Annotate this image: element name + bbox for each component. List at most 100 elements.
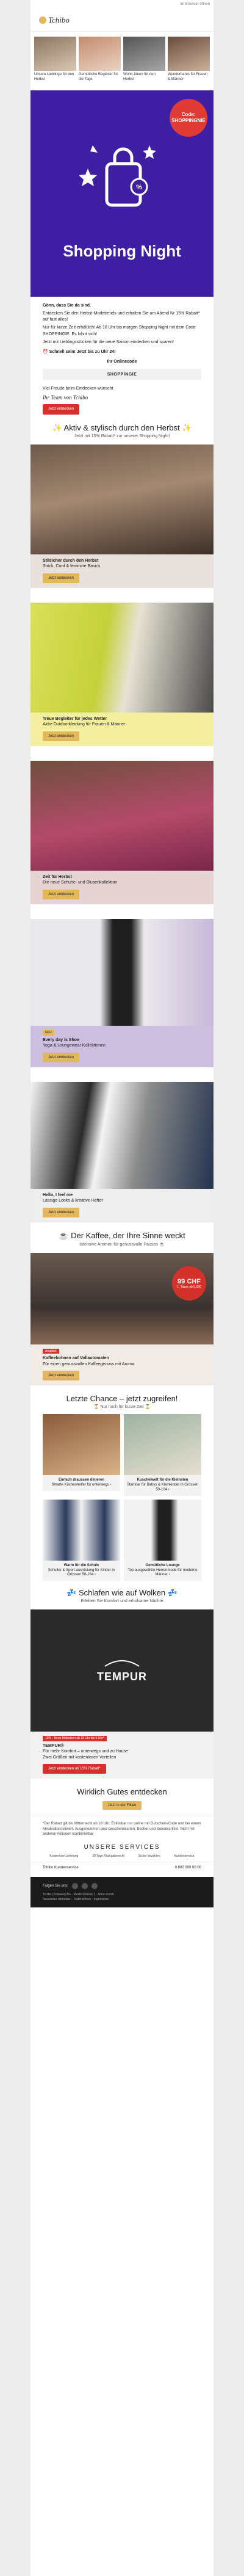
signoff: Viel Freude beim Entdecken wünscht Ihr T… (30, 380, 214, 415)
grid-subtitle: Top ausgewählte Herrenmode für moderne M… (127, 1568, 198, 1577)
intro-paragraph: Entdecken Sie den Herbst-Modetrends und … (43, 311, 200, 322)
card-cta-button[interactable]: Jetzt entdecken (43, 1207, 80, 1217)
grid-subtitle: Schulter & Sport-ausrüstung für Kinder i… (48, 1568, 115, 1577)
grid-item[interactable]: Kuschelwelt für die Kleinsten Startklar … (124, 1414, 201, 1496)
intro-cta-button[interactable]: Jetzt entdecken (43, 404, 80, 415)
coffee-card[interactable]: 99 CHF 1. Tasse ab 0,39€ Angebot Kaffeeb… (30, 1252, 214, 1386)
service-item[interactable]: Sicher bezahlen (138, 1854, 160, 1858)
intro-paragraph: Nur für kurze Zeit erhältlich! Ab 18 Uhr… (43, 325, 196, 336)
card-text: Stilsicher durch den Herbst Strick, Cord… (30, 554, 214, 588)
card-subtitle: Lässige Looks & kreative Hefter (43, 1199, 103, 1203)
hero-title: Shopping Night (63, 242, 181, 260)
price-badge-value: 99 CHF (178, 1277, 201, 1285)
card-image (30, 444, 214, 554)
svg-text:%: % (136, 184, 142, 191)
price-badge: 99 CHF 1. Tasse ab 0,39€ (172, 1266, 206, 1301)
social-row: Folgen Sie uns: (43, 1883, 201, 1890)
tempur-brand: TEMPUR (97, 1671, 147, 1683)
category-nav: Unsere Lieblinge für den Herbst Gemütlic… (30, 32, 214, 85)
card-text: Angebot Kaffeebohnen auf Vollautomaten F… (30, 1344, 214, 1386)
card-subtitle: Die neue Schuhe- und Blusenkollektion (43, 880, 118, 885)
badge-line1: Code: (181, 112, 196, 118)
card-image (30, 760, 214, 871)
contact-label: Tchibo Kundenservice (43, 1866, 79, 1870)
section-title: Letzte Chance – jetzt zugreifen! (66, 1394, 178, 1404)
card-title: Hello, I feel me (43, 1192, 73, 1197)
discover-cta-button[interactable]: Jetzt in der Filiale (102, 1801, 142, 1810)
card-title: Stilsicher durch den Herbst (43, 559, 99, 563)
contact-phone[interactable]: 0 800 000 00 00 (175, 1866, 201, 1870)
card-text: Treue Begleiter für jedes Wetter Aktiv-O… (30, 712, 214, 746)
browser-link[interactable]: Im Browser öffnen (180, 2, 210, 6)
card-subtitle: Für einen genussvollen Kaffeegenuss mit … (43, 1362, 135, 1366)
grid-item[interactable]: Gemütliche Lounge Top ausgewählte Herren… (124, 1499, 201, 1581)
card-text: 15% - Neue Matratzen ab 18 Uhr bis 6 Uhr… (30, 1732, 214, 1779)
facebook-icon[interactable] (71, 1883, 78, 1890)
grid-image (43, 1414, 120, 1476)
section-subtitle: Erleben Sie Komfort und erholsame Nächte (81, 1599, 163, 1604)
disclaimer-text: *Der Rabatt gilt bis Mitternacht ab 18 U… (43, 1822, 201, 1837)
card-cta-button[interactable]: Jetzt entdecken (43, 889, 80, 899)
last-chance-grid: Einfach draussen dinieren Smarte Küchenh… (30, 1414, 214, 1496)
grid-subtitle: Startklar für Babys & Kleinkinder in Grö… (126, 1483, 199, 1492)
grid-text: Warm für die Schule Schulter & Sport-aus… (43, 1560, 120, 1581)
grid-text: Kuschelwelt für die Kleinsten Startklar … (124, 1475, 201, 1496)
grid-title: Kuschelwelt für die Kleinsten (137, 1478, 188, 1482)
card-cta-button[interactable]: Jetzt entdecken (43, 731, 80, 741)
logo[interactable]: Tchibo (39, 15, 70, 25)
code-label: Ihr Onlinecode (107, 359, 137, 364)
product-card[interactable]: Hello, I feel me Lässige Looks & kreativ… (30, 1081, 214, 1222)
header: Tchibo (30, 9, 214, 32)
service-item[interactable]: Kundenservice (174, 1854, 194, 1858)
tempur-logo: TEMPUR (97, 1658, 147, 1683)
shopping-bag-icon: % (79, 145, 156, 207)
category-item[interactable]: Unsere Lieblinge für den Herbst (34, 37, 76, 82)
product-card[interactable]: NEU Every day is Shoe Yoga & Loungewear … (30, 918, 214, 1067)
grid-image (43, 1499, 120, 1561)
card-image (30, 602, 214, 713)
tempur-arc-icon (104, 1660, 140, 1667)
grid-item[interactable]: Warm für die Schule Schulter & Sport-aus… (43, 1499, 120, 1581)
clock-icon: ⏰ (43, 349, 49, 354)
pinterest-icon[interactable] (91, 1883, 98, 1890)
email-body: Im Browser öffnen Tchibo Unsere Liebling… (30, 0, 214, 2576)
grid-title: Gemütliche Lounge (145, 1563, 180, 1567)
services-title: UNSERE SERVICES (84, 1844, 160, 1851)
grid-title: Einfach draussen dinieren (58, 1478, 105, 1482)
instagram-icon[interactable] (81, 1883, 88, 1890)
card-title: TEMPUR® (43, 1743, 64, 1748)
grid-text: Gemütliche Lounge Top ausgewählte Herren… (124, 1560, 201, 1581)
intro-notice: ⏰ Schnell sein! Jetzt bis zu Uhr 24! (43, 349, 201, 355)
logo-mark-icon (39, 16, 46, 24)
new-badge: NEU (43, 1029, 54, 1036)
card-cta-button[interactable]: Jetzt entdecken (43, 573, 80, 583)
card-cta-button[interactable]: Jetzt entdecken (43, 1052, 80, 1062)
hero-code-badge: Code: SHOPPINGNIE (170, 99, 207, 137)
service-item[interactable]: 30 Tage Rückgaberecht (92, 1854, 124, 1858)
offer-tag: Angebot (43, 1348, 59, 1354)
category-image (168, 37, 210, 71)
card-image: TEMPUR (30, 1609, 214, 1732)
category-item[interactable]: Wohn-Ideen für den Herbst (123, 37, 165, 82)
product-card[interactable]: Treue Begleiter für jedes Wetter Aktiv-O… (30, 602, 214, 746)
service-item[interactable]: Kostenlose Lieferung (49, 1854, 78, 1858)
grid-item[interactable]: Einfach draussen dinieren Smarte Küchenh… (43, 1414, 120, 1495)
footer-links[interactable]: Newsletter abmelden · Datenschutz · Impr… (43, 1898, 201, 1901)
promo-code-box[interactable]: SHOPPINGIE (43, 369, 201, 380)
category-item[interactable]: Gemütliche Begleiter für die Tage (79, 37, 121, 82)
tempur-card[interactable]: TEMPUR 15% - Neue Matratzen ab 18 Uhr bi… (30, 1609, 214, 1779)
card-text: Hello, I feel me Lässige Looks & kreativ… (30, 1188, 214, 1222)
topbar: Im Browser öffnen (30, 0, 214, 9)
card-subtitle: Für mehr Komfort – unterwegs und zu Haus… (43, 1749, 129, 1754)
page: Im Browser öffnen Tchibo Unsere Liebling… (0, 0, 244, 2576)
disclaimer: *Der Rabatt gilt bis Mitternacht ab 18 U… (30, 1816, 214, 1841)
product-card[interactable]: Stilsicher durch den Herbst Strick, Cord… (30, 444, 214, 588)
card-cta-button[interactable]: Jetzt entdecken (43, 1371, 80, 1381)
category-item[interactable]: Wunderbares für Frauen & Männer (168, 37, 210, 82)
card-title: Treue Begleiter für jedes Wetter (43, 716, 107, 721)
section-title: ☕ Der Kaffee, der Ihre Sinne weckt (59, 1230, 185, 1240)
hero-banner[interactable]: Code: SHOPPINGNIE % Shopping Night (30, 90, 214, 297)
card-cta-button[interactable]: Jetzt entdecken ab 15% Rabatt* (43, 1764, 106, 1774)
product-card[interactable]: Zeit für Herbst Die neue Schuhe- und Blu… (30, 760, 214, 904)
footer: Folgen Sie uns: Tchibo (Schweiz) AG · Mu… (30, 1877, 214, 1908)
